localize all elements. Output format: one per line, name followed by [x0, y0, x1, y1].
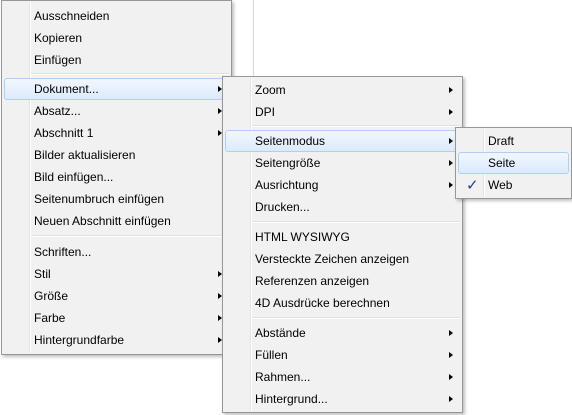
- menu-item-insert-new-section[interactable]: Neuen Abschnitt einfügen: [4, 210, 229, 232]
- menu-item-label: 4D Ausdrücke berechnen: [255, 296, 390, 310]
- menu-item-label: Farbe: [34, 311, 66, 325]
- document-canvas-edge: [253, 0, 254, 78]
- submenu-arrow-icon: [449, 330, 453, 336]
- menu-item-fonts[interactable]: Schriften...: [4, 241, 229, 263]
- menu-item-style[interactable]: Stil: [4, 263, 229, 285]
- menu-item-zoom[interactable]: Zoom: [225, 79, 460, 101]
- menu-item-label: Stil: [34, 267, 51, 281]
- menu-item-size[interactable]: Größe: [4, 285, 229, 307]
- menu-item-label: Bild einfügen...: [34, 170, 114, 184]
- menu-item-label: Seitenumbruch einfügen: [34, 192, 165, 206]
- check-icon: ✓: [466, 177, 479, 194]
- page-mode-submenu: Draft Seite ✓ Web: [455, 127, 572, 199]
- menu-item-label: Ausrichtung: [255, 178, 319, 192]
- menu-item-borders[interactable]: Rahmen...: [225, 366, 460, 388]
- menu-item-label: Neuen Abschnitt einfügen: [34, 214, 171, 228]
- menu-item-html-wysiwyg[interactable]: HTML WYSIWYG: [225, 226, 460, 248]
- menu-item-label: HTML WYSIWYG: [255, 230, 350, 244]
- menu-item-spacing[interactable]: Abstände: [225, 322, 460, 344]
- menu-item-dpi[interactable]: DPI: [225, 101, 460, 123]
- menu-item-web[interactable]: ✓ Web: [458, 174, 569, 196]
- menu-separator: [252, 221, 460, 223]
- menu-item-label: Größe: [34, 289, 69, 303]
- submenu-arrow-icon: [449, 87, 453, 93]
- menu-item-label: Kopieren: [34, 31, 83, 45]
- menu-item-show-references[interactable]: Referenzen anzeigen: [225, 270, 460, 292]
- menu-item-insert-page-break[interactable]: Seitenumbruch einfügen: [4, 188, 229, 210]
- menu-item-page-size[interactable]: Seitengröße: [225, 152, 460, 174]
- menu-item-label: Rahmen...: [255, 370, 311, 384]
- menu-item-label: Bilder aktualisieren: [34, 148, 136, 162]
- menu-item-draft[interactable]: Draft: [458, 130, 569, 152]
- menu-item-insert-image[interactable]: Bild einfügen...: [4, 166, 229, 188]
- menu-separator: [31, 73, 229, 75]
- menu-separator: [31, 235, 229, 237]
- menu-item-background[interactable]: Hintergrund...: [225, 388, 460, 410]
- menu-item-label: Versteckte Zeichen anzeigen: [255, 252, 410, 266]
- menu-item-label: Draft: [488, 134, 515, 148]
- menu-item-cut[interactable]: Ausschneiden: [4, 5, 229, 27]
- menu-separator: [252, 317, 460, 319]
- menu-item-label: DPI: [255, 105, 276, 119]
- menu-item-page-mode[interactable]: Seitenmodus: [225, 130, 460, 152]
- menu-item-label: Absatz...: [34, 104, 81, 118]
- context-menu: Ausschneiden Kopieren Einfügen Dokument.…: [1, 0, 232, 355]
- menu-item-update-images[interactable]: Bilder aktualisieren: [4, 144, 229, 166]
- menu-item-paragraph[interactable]: Absatz...: [4, 100, 229, 122]
- menu-item-label: Ausschneiden: [34, 9, 110, 23]
- menu-item-label: Web: [488, 178, 513, 192]
- menu-item-label: Einfügen: [34, 53, 82, 67]
- menu-item-label: Abstände: [255, 326, 306, 340]
- menu-separator: [252, 125, 460, 127]
- menu-item-page[interactable]: Seite: [458, 152, 569, 174]
- menu-item-section[interactable]: Abschnitt 1: [4, 122, 229, 144]
- submenu-arrow-icon: [449, 374, 453, 380]
- menu-item-label: Seitengröße: [255, 156, 321, 170]
- menu-item-label: Hintergrundfarbe: [34, 333, 125, 347]
- menu-item-label: Dokument...: [34, 82, 99, 96]
- menu-item-compute-4d-expressions[interactable]: 4D Ausdrücke berechnen: [225, 292, 460, 314]
- menu-item-print[interactable]: Drucken...: [225, 196, 460, 218]
- menu-item-document[interactable]: Dokument...: [4, 78, 229, 100]
- submenu-arrow-icon: [449, 396, 453, 402]
- menu-item-paste[interactable]: Einfügen: [4, 49, 229, 71]
- menu-item-label: Hintergrund...: [255, 392, 328, 406]
- submenu-arrow-icon: [449, 182, 453, 188]
- menu-item-orientation[interactable]: Ausrichtung: [225, 174, 460, 196]
- document-submenu: Zoom DPI Seitenmodus Seitengröße Ausrich…: [222, 76, 463, 413]
- menu-item-label: Referenzen anzeigen: [255, 274, 370, 288]
- menu-item-label: Seitenmodus: [255, 134, 326, 148]
- menu-item-color[interactable]: Farbe: [4, 307, 229, 329]
- menu-item-label: Drucken...: [255, 200, 310, 214]
- menu-item-copy[interactable]: Kopieren: [4, 27, 229, 49]
- menu-item-show-hidden-characters[interactable]: Versteckte Zeichen anzeigen: [225, 248, 460, 270]
- menu-item-label: Schriften...: [34, 245, 92, 259]
- menu-item-background-color[interactable]: Hintergrundfarbe: [4, 329, 229, 351]
- menu-item-label: Zoom: [255, 83, 286, 97]
- menu-item-label: Abschnitt 1: [34, 126, 94, 140]
- submenu-arrow-icon: [449, 109, 453, 115]
- submenu-arrow-icon: [449, 160, 453, 166]
- submenu-arrow-icon: [449, 352, 453, 358]
- menu-item-label: Seite: [488, 156, 516, 170]
- submenu-arrow-icon: [449, 138, 453, 144]
- menu-item-label: Füllen: [255, 348, 288, 362]
- menu-item-fill[interactable]: Füllen: [225, 344, 460, 366]
